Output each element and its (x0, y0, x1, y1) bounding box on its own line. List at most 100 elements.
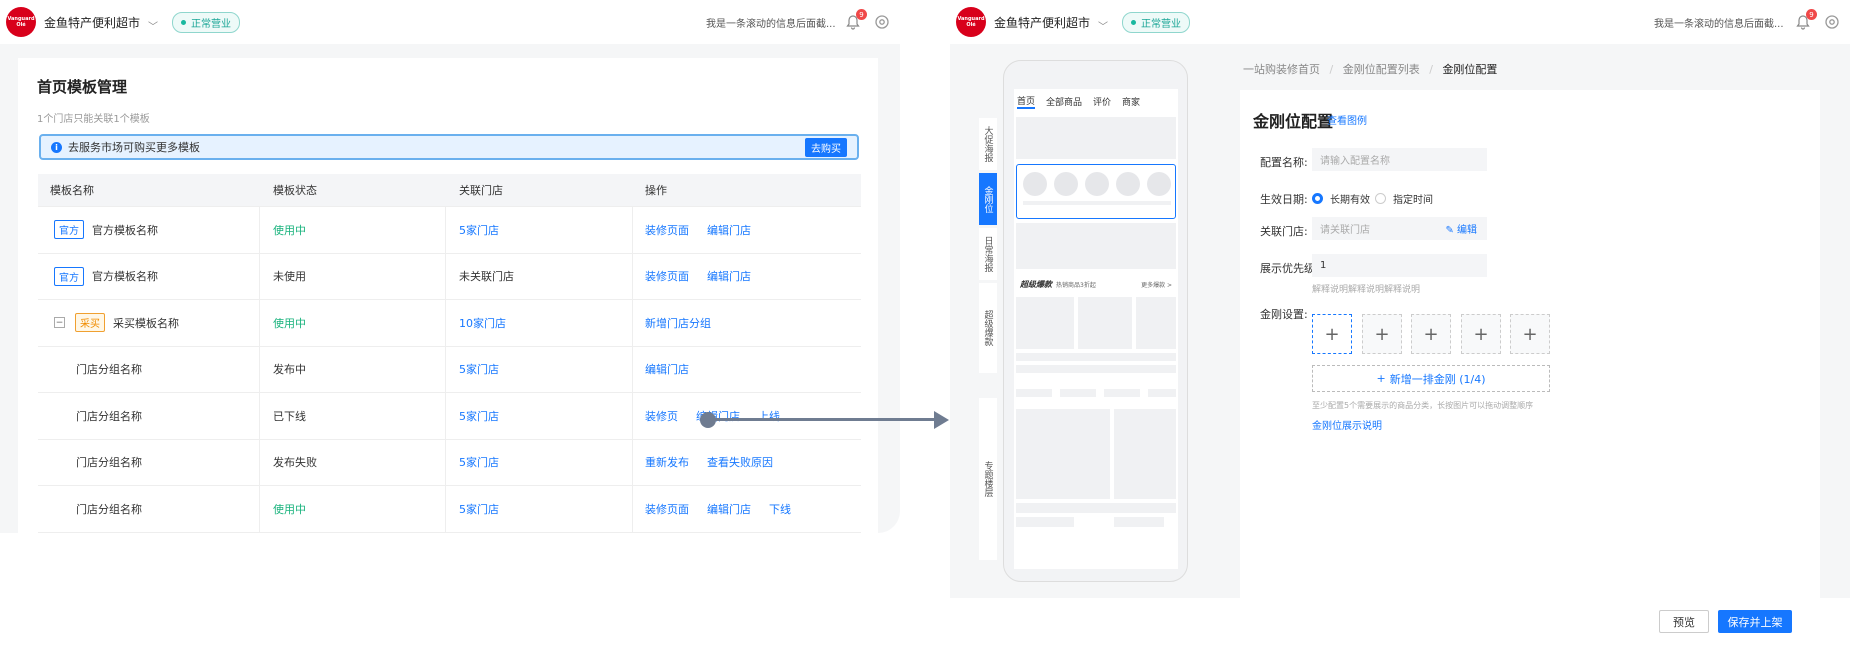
republish-link[interactable]: 重新发布 (645, 454, 689, 470)
template-status: 已下线 (273, 409, 306, 423)
breadcrumb-current: 金刚位配置 (1442, 63, 1498, 76)
store-name[interactable]: 金鱼特产便利超市 (44, 14, 140, 31)
decorate-page-link[interactable]: 装修页 (645, 408, 678, 424)
priority-input[interactable]: 1 (1312, 254, 1487, 277)
purchase-tag: 采买 (75, 313, 105, 333)
table-row: 门店分组名称 发布中 5家门店 编辑门店 (38, 346, 861, 393)
go-offline-link[interactable]: 下线 (769, 501, 791, 517)
bell-icon[interactable]: 9 (1795, 9, 1817, 30)
tab-kingkong[interactable]: 金刚位 (979, 173, 997, 225)
scrolling-message[interactable]: 我是一条滚动的信息后面截... (706, 15, 836, 30)
page-subtitle: 1个门店只能关联1个模板 (37, 114, 150, 125)
tab-topic-floor[interactable]: 专题楼层 (979, 398, 997, 560)
kingkong-description-link[interactable]: 金刚位展示说明 (1312, 417, 1382, 432)
radio-checked-icon (1312, 193, 1323, 204)
kingkong-hint: 至少配置5个需要展示的商品分类，长按图片可以拖动调整顺序 (1312, 401, 1534, 410)
tab-promo-poster[interactable]: 大促海报 (979, 118, 997, 170)
banner-placeholder (1016, 117, 1176, 159)
store-count-link[interactable]: 5家门店 (459, 361, 499, 377)
phone-tab-reviews[interactable]: 评价 (1093, 95, 1111, 108)
table-row: 官方 官方模板名称 未使用 未关联门店 装修页面 编辑门店 (38, 253, 861, 300)
config-panel: 金刚位配置 查看图例 配置名称: 请输入配置名称 生效日期: 长期有效 指定时间… (1240, 90, 1820, 598)
table-header: 模板名称 模板状态 关联门店 操作 (38, 174, 861, 207)
status-text: 正常营业 (191, 18, 232, 30)
kingkong-slot-add[interactable]: + (1510, 314, 1550, 354)
store-count-link[interactable]: 5家门店 (459, 501, 499, 517)
status-badge: 正常营业 (172, 11, 241, 33)
notification-badge: 9 (856, 9, 867, 20)
flow-arrow-line (708, 418, 938, 421)
template-status: 使用中 (273, 502, 306, 516)
edit-store-link[interactable]: 编辑门店 (707, 268, 751, 284)
store-input[interactable]: 请关联门店 ✎ 编辑 (1312, 217, 1487, 240)
kingkong-preview[interactable] (1016, 164, 1176, 219)
page-title: 首页模板管理 (37, 78, 128, 96)
notice-text: 去服务市场可购买更多模板 (68, 141, 200, 154)
template-status: 使用中 (273, 223, 306, 237)
store-count-link[interactable]: 5家门店 (459, 408, 499, 424)
date-label: 生效日期: (1260, 193, 1308, 206)
edit-store-link[interactable]: 编辑门店 (707, 222, 751, 238)
kingkong-slot-add[interactable]: + (1411, 314, 1451, 354)
table-row: − 采买 采买模板名称 使用中 10家门店 新增门店分组 (38, 300, 861, 347)
preview-button[interactable]: 预览 (1659, 610, 1709, 633)
decorate-page-link[interactable]: 装修页面 (645, 268, 689, 284)
go-online-link[interactable]: 上线 (758, 408, 780, 424)
breadcrumb-item[interactable]: 金刚位配置列表 (1343, 63, 1420, 76)
table-row: 门店分组名称 使用中 5家门店 装修页面 编辑门店 下线 (38, 486, 861, 533)
chevron-down-icon[interactable]: ﹀ (1098, 18, 1108, 33)
column-header: 关联门店 (459, 184, 503, 197)
phone-preview: 首页 全部商品 评价 商家 超级爆款 热销商品3折起 更多爆款 > (1003, 60, 1188, 582)
phone-tab-shop[interactable]: 商家 (1122, 95, 1140, 108)
official-tag: 官方 (54, 220, 84, 240)
template-status: 未使用 (273, 270, 306, 284)
view-failure-link[interactable]: 查看失败原因 (707, 454, 773, 470)
store-count-link[interactable]: 5家门店 (459, 222, 499, 238)
status-dot-icon (181, 19, 187, 25)
add-store-group-link[interactable]: 新增门店分组 (645, 315, 711, 331)
kingkong-slot-add[interactable]: + (1362, 314, 1402, 354)
notification-badge: 9 (1806, 9, 1817, 20)
chevron-down-icon[interactable]: ﹀ (148, 18, 158, 33)
top-bar: Vanguard Olé 金鱼特产便利超市 ﹀ 正常营业 我是一条滚动的信息后面截… (0, 0, 900, 44)
collapse-icon[interactable]: − (54, 317, 65, 329)
add-kingkong-row-button[interactable]: + 新增一排金刚 (1/4) (1312, 365, 1550, 392)
priority-label: 展示优先级: (1260, 262, 1319, 275)
hot-items-title: 超级爆款 (1020, 279, 1052, 289)
store-count-link[interactable]: 10家门店 (459, 315, 506, 331)
kingkong-slot-add[interactable]: + (1312, 314, 1352, 354)
bell-icon[interactable]: 9 (845, 9, 867, 30)
edit-store-link[interactable]: 编辑门店 (707, 501, 751, 517)
store-count-link[interactable]: 5家门店 (459, 454, 499, 470)
buy-button[interactable]: 去购买 (805, 138, 847, 157)
edit-store-button[interactable]: ✎ 编辑 (1445, 221, 1477, 236)
tab-hot-items[interactable]: 超级爆款 (979, 283, 997, 373)
view-example-link[interactable]: 查看图例 (1327, 112, 1367, 127)
phone-tab-all[interactable]: 全部商品 (1046, 95, 1082, 108)
scrolling-message[interactable]: 我是一条滚动的信息后面截... (1654, 15, 1784, 30)
gear-icon[interactable] (874, 14, 890, 30)
save-publish-button[interactable]: 保存并上架 (1718, 610, 1792, 633)
store-name[interactable]: 金鱼特产便利超市 (994, 14, 1090, 31)
table-row: 官方 官方模板名称 使用中 5家门店 装修页面 编辑门店 (38, 207, 861, 254)
hot-items-more[interactable]: 更多爆款 > (1141, 280, 1172, 289)
table-row: 门店分组名称 发布失败 5家门店 重新发布 查看失败原因 (38, 439, 861, 486)
breadcrumb-item[interactable]: 一站购装修首页 (1243, 63, 1320, 76)
edit-store-link[interactable]: 编辑门店 (645, 361, 689, 377)
radio-custom-time[interactable]: 指定时间 (1375, 191, 1433, 206)
config-name-input[interactable]: 请输入配置名称 (1312, 148, 1487, 171)
status-dot-icon (1131, 19, 1137, 25)
group-name: 门店分组名称 (76, 409, 142, 423)
kingkong-slot-add[interactable]: + (1461, 314, 1501, 354)
template-status: 发布失败 (273, 456, 317, 470)
official-tag: 官方 (54, 266, 84, 286)
decorate-page-link[interactable]: 装修页面 (645, 222, 689, 238)
right-screen: Vanguard Olé 金鱼特产便利超市 ﹀ 正常营业 我是一条滚动的信息后面截… (950, 0, 1850, 598)
radio-long-term[interactable]: 长期有效 (1312, 191, 1370, 206)
tab-daily-poster[interactable]: 日常海报 (979, 228, 997, 280)
phone-tab-home[interactable]: 首页 (1017, 94, 1036, 109)
name-label: 配置名称: (1260, 156, 1308, 169)
gear-icon[interactable] (1824, 14, 1840, 30)
template-name: 官方模板名称 (92, 223, 158, 237)
decorate-page-link[interactable]: 装修页面 (645, 501, 689, 517)
